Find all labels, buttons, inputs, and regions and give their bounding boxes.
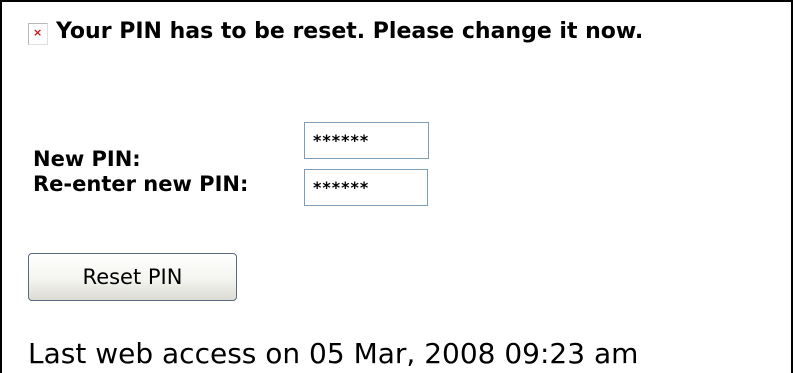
last-access-text: Last web access on 05 Mar, 2008 09:23 am xyxy=(28,337,639,370)
reenter-pin-input[interactable] xyxy=(304,169,428,206)
new-pin-label: New PIN: xyxy=(33,147,141,171)
notice-message: Your PIN has to be reset. Please change … xyxy=(56,19,644,44)
page-frame: × Your PIN has to be reset. Please chang… xyxy=(0,0,793,373)
broken-image-icon: × xyxy=(28,23,48,45)
new-pin-input[interactable] xyxy=(304,122,429,159)
reenter-pin-label: Re-enter new PIN: xyxy=(33,172,249,196)
reset-notice: × Your PIN has to be reset. Please chang… xyxy=(28,16,643,48)
reset-pin-button[interactable]: Reset PIN xyxy=(28,253,237,301)
